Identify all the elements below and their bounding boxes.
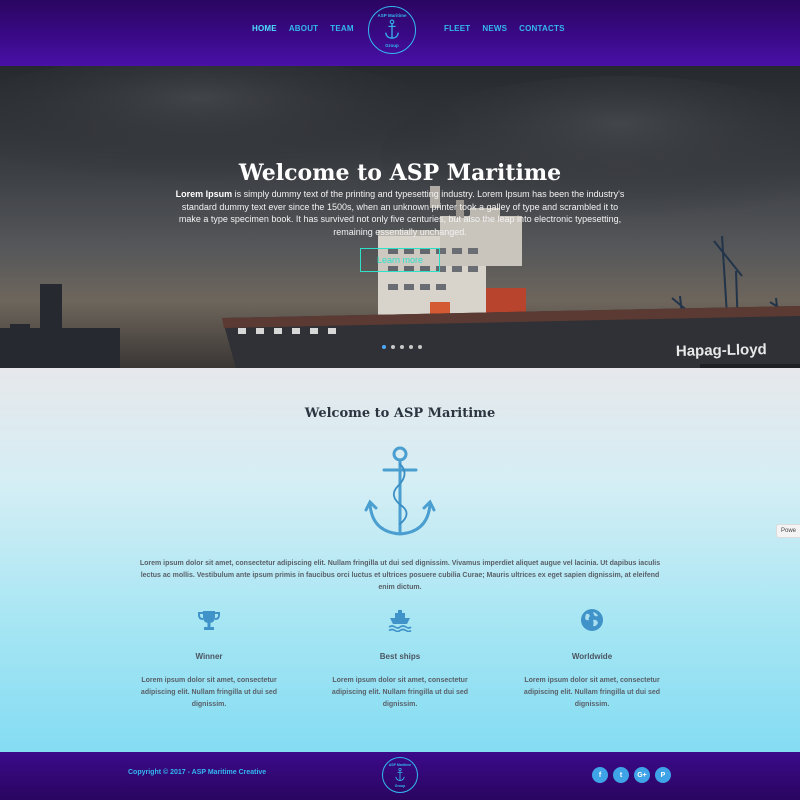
feature-best-ships: Best ships Lorem ipsum dolor sit amet, c… [330, 608, 470, 711]
hero-text-body: is simply dummy text of the printing and… [178, 189, 625, 237]
hero-text-bold: Lorem Ipsum [175, 189, 233, 199]
feature-worldwide: Worldwide Lorem ipsum dolor sit amet, co… [522, 608, 662, 711]
ship-hull-label: Hapag-Lloyd [676, 341, 767, 360]
social-links: f t G+ P [592, 767, 671, 783]
trophy-icon [198, 611, 220, 630]
slider-dot[interactable] [382, 345, 386, 349]
feature-text: Lorem ipsum dolor sit amet, consectetur … [523, 677, 661, 708]
learn-more-button[interactable]: Learn more [360, 248, 440, 272]
slider-dot[interactable] [391, 345, 395, 349]
powered-by-tab[interactable]: Powe [776, 524, 800, 538]
hero-slider: Hapag-Lloyd Welcome to ASP Maritime Lore… [0, 66, 800, 368]
slider-dots [382, 345, 422, 349]
welcome-section: Welcome to ASP Maritime Lorem ipsum dolo… [0, 368, 800, 752]
anchor-icon [364, 446, 436, 536]
slider-dot[interactable] [400, 345, 404, 349]
feature-title: Worldwide [571, 652, 613, 661]
twitter-icon[interactable]: t [613, 767, 629, 783]
logo-top-text: ASP Maritime [388, 763, 412, 767]
nav-left: HOME ABOUT TEAM [252, 24, 354, 33]
hero-title: Welcome to ASP Maritime [238, 160, 562, 186]
feature-winner: Winner Lorem ipsum dolor sit amet, conse… [139, 608, 279, 711]
logo-bottom-text: Group [394, 784, 406, 788]
logo-top-text: ASP Maritime [377, 13, 407, 18]
pinterest-icon[interactable]: P [655, 767, 671, 783]
nav-team-link[interactable]: TEAM [330, 24, 353, 33]
site-footer: Copyright © 2017 - ASP Maritime Creative… [0, 752, 800, 800]
nav-fleet-link[interactable]: FLEET [444, 24, 470, 33]
ship-icon [388, 610, 412, 632]
nav-news-link[interactable]: NEWS [482, 24, 507, 33]
section-title: Welcome to ASP Maritime [304, 406, 496, 421]
google-plus-icon[interactable]: G+ [634, 767, 650, 783]
slider-dot[interactable] [409, 345, 413, 349]
nav-contacts-link[interactable]: CONTACTS [519, 24, 564, 33]
footer-logo[interactable]: ASP Maritime Group [382, 757, 418, 793]
facebook-icon[interactable]: f [592, 767, 608, 783]
section-paragraph: Lorem ipsum dolor sit amet, consectetur … [139, 560, 661, 591]
slider-dot[interactable] [418, 345, 422, 349]
hero-description: Lorem Ipsum is simply dummy text of the … [174, 188, 626, 238]
feature-title: Winner [195, 652, 223, 661]
nav-right: FLEET NEWS CONTACTS [444, 24, 565, 33]
copyright-text: Copyright © 2017 - ASP Maritime Creative [128, 769, 267, 776]
anchor-logo-icon [395, 768, 405, 781]
feature-text: Lorem ipsum dolor sit amet, consectetur … [140, 677, 278, 708]
feature-text: Lorem ipsum dolor sit amet, consectetur … [331, 677, 469, 708]
nav-home-link[interactable]: HOME [252, 24, 277, 33]
site-logo[interactable]: ASP Maritime Group [368, 6, 416, 54]
nav-about-link[interactable]: ABOUT [289, 24, 318, 33]
feature-title: Best ships [379, 652, 421, 661]
globe-icon [581, 609, 603, 631]
anchor-logo-icon [385, 19, 399, 39]
site-header: HOME ABOUT TEAM ASP Maritime Group FLEET… [0, 0, 800, 66]
logo-bottom-text: Group [385, 43, 399, 48]
